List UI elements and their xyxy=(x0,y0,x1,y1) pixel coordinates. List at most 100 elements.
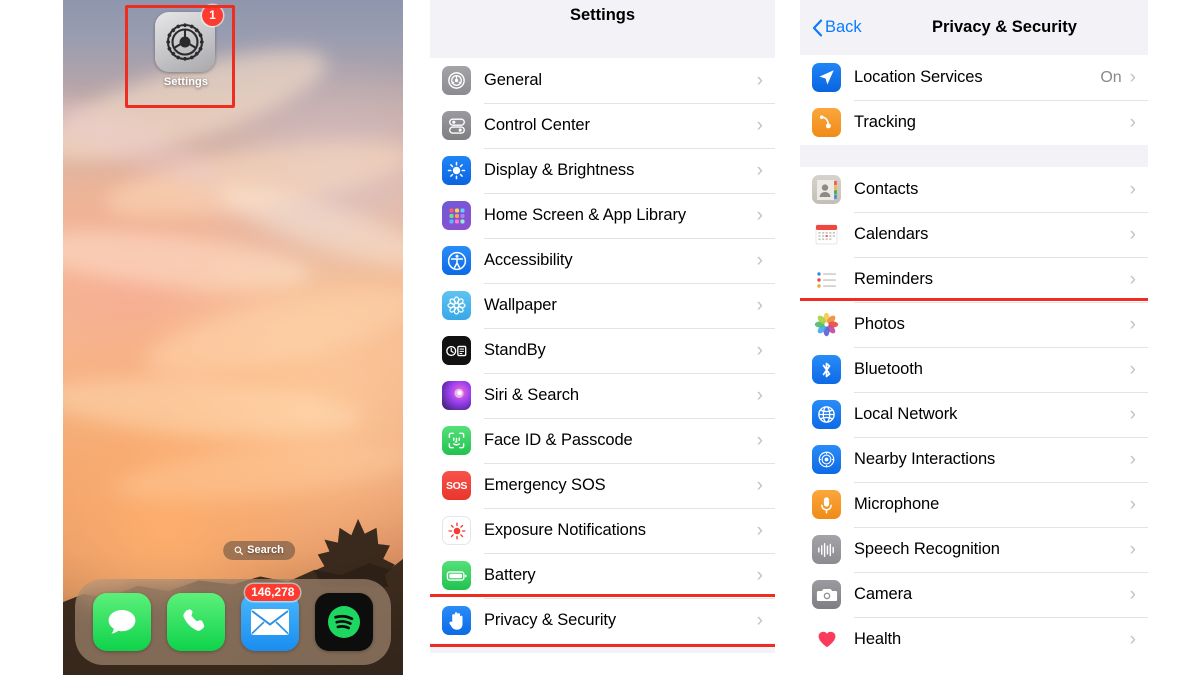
sidebar-item-emergency-sos[interactable]: SOS Emergency SOS › xyxy=(430,463,775,508)
chevron-right-icon: › xyxy=(756,430,763,451)
privacy-item-label: Calendars xyxy=(854,225,929,243)
privacy-item-label: Health xyxy=(854,630,902,648)
back-button-label: Back xyxy=(825,18,862,36)
sidebar-item-label: Emergency SOS xyxy=(484,476,606,494)
chevron-right-icon: › xyxy=(1129,494,1136,515)
settings-gear-icon[interactable]: 1 xyxy=(155,5,223,72)
privacy-item-label: Tracking xyxy=(854,113,916,131)
exposure-icon xyxy=(442,516,471,545)
globe-icon xyxy=(812,400,841,429)
messages-icon[interactable] xyxy=(93,593,151,651)
mail-icon[interactable]: 146,278 xyxy=(241,584,301,651)
privacy-section-gap xyxy=(800,145,1148,167)
privacy-item-photos[interactable]: Photos › xyxy=(800,298,1148,351)
sidebar-item-battery[interactable]: Battery › xyxy=(430,553,775,598)
home-screen-icon xyxy=(442,201,471,230)
nearby-icon xyxy=(812,445,841,474)
sidebar-item-label: Control Center xyxy=(484,116,590,134)
chevron-left-icon xyxy=(812,19,823,36)
sidebar-item-face-id-passcode[interactable]: Face ID & Passcode › xyxy=(430,418,775,463)
settings-nav-title: Settings xyxy=(430,0,775,30)
privacy-item-label: Photos xyxy=(854,315,905,333)
sidebar-item-exposure-notifications[interactable]: Exposure Notifications › xyxy=(430,508,775,553)
chevron-right-icon: › xyxy=(756,475,763,496)
sidebar-item-siri-search[interactable]: Siri & Search › xyxy=(430,373,775,418)
privacy-item-location-services[interactable]: Location Services On › xyxy=(800,55,1148,100)
chevron-right-icon: › xyxy=(756,565,763,586)
privacy-item-label: Nearby Interactions xyxy=(854,450,996,468)
bluetooth-icon xyxy=(812,355,841,384)
settings-badge: 1 xyxy=(202,5,223,26)
chevron-right-icon: › xyxy=(1129,179,1136,200)
sidebar-item-general[interactable]: General › xyxy=(430,58,775,103)
dock: 146,278 xyxy=(75,579,391,665)
privacy-item-speech-recognition[interactable]: Speech Recognition › xyxy=(800,527,1148,572)
sidebar-item-wallpaper[interactable]: Wallpaper › xyxy=(430,283,775,328)
sidebar-item-home-screen[interactable]: Home Screen & App Library › xyxy=(430,193,775,238)
search-pill[interactable]: Search xyxy=(223,541,295,560)
standby-icon xyxy=(442,336,471,365)
privacy-item-local-network[interactable]: Local Network › xyxy=(800,392,1148,437)
tracking-icon xyxy=(812,108,841,137)
sidebar-item-standby[interactable]: StandBy › xyxy=(430,328,775,373)
privacy-item-tracking[interactable]: Tracking › xyxy=(800,100,1148,145)
chevron-right-icon: › xyxy=(1129,449,1136,470)
chevron-right-icon: › xyxy=(756,205,763,226)
chevron-right-icon: › xyxy=(756,70,763,91)
location-services-value: On xyxy=(1100,68,1122,86)
chevron-right-icon: › xyxy=(756,250,763,271)
privacy-item-nearby-interactions[interactable]: Nearby Interactions › xyxy=(800,437,1148,482)
privacy-hand-icon xyxy=(442,606,471,635)
chevron-right-icon: › xyxy=(1129,584,1136,605)
face-id-icon xyxy=(442,426,471,455)
privacy-item-microphone[interactable]: Microphone › xyxy=(800,482,1148,527)
sidebar-item-control-center[interactable]: Control Center › xyxy=(430,103,775,148)
sidebar-item-label: Battery xyxy=(484,566,536,584)
privacy-item-health[interactable]: Health › xyxy=(800,617,1148,662)
sidebar-item-label: Home Screen & App Library xyxy=(484,206,687,224)
reminders-icon xyxy=(812,265,841,294)
back-button[interactable]: Back xyxy=(812,18,862,37)
gear-icon xyxy=(442,66,471,95)
microphone-icon xyxy=(812,490,841,519)
privacy-item-label: Contacts xyxy=(854,180,919,198)
phone-icon[interactable] xyxy=(167,593,225,651)
app-icon-settings[interactable]: 1 Settings xyxy=(155,5,223,88)
chevron-right-icon: › xyxy=(1129,404,1136,425)
siri-icon xyxy=(442,381,471,410)
battery-icon xyxy=(442,561,471,590)
section-gap xyxy=(430,30,775,58)
sidebar-item-label: Wallpaper xyxy=(484,296,557,314)
chevron-right-icon: › xyxy=(756,115,763,136)
sidebar-item-accessibility[interactable]: Accessibility › xyxy=(430,238,775,283)
privacy-item-label: Local Network xyxy=(854,405,958,423)
chevron-right-icon: › xyxy=(1129,224,1136,245)
contacts-icon xyxy=(812,175,841,204)
chevron-right-icon: › xyxy=(756,610,763,631)
privacy-security-panel: Back Privacy & Security Location Service… xyxy=(800,0,1148,675)
privacy-item-camera[interactable]: Camera › xyxy=(800,572,1148,617)
chevron-right-icon: › xyxy=(1129,629,1136,650)
sidebar-item-display-brightness[interactable]: Display & Brightness › xyxy=(430,148,775,193)
brightness-icon xyxy=(442,156,471,185)
photos-icon xyxy=(812,310,841,339)
settings-list: General › Control Center › Display & Bri… xyxy=(430,58,775,647)
privacy-item-bluetooth[interactable]: Bluetooth › xyxy=(800,347,1148,392)
sidebar-item-privacy-security[interactable]: Privacy & Security › xyxy=(430,594,775,647)
sidebar-item-label: Exposure Notifications xyxy=(484,521,646,539)
location-arrow-icon xyxy=(812,63,841,92)
list-bottom-gap xyxy=(430,643,775,653)
privacy-item-label: Reminders xyxy=(854,270,933,288)
home-screen-panel: 1 Settings Search 146,278 xyxy=(63,0,403,675)
screenshot-root: 1 Settings Search 146,278 Settings Gener… xyxy=(0,0,1200,675)
spotify-icon[interactable] xyxy=(315,593,373,651)
control-center-icon xyxy=(442,111,471,140)
settings-panel: Settings General › Control Center › Disp… xyxy=(430,0,775,675)
privacy-item-contacts[interactable]: Contacts › xyxy=(800,167,1148,212)
privacy-item-calendars[interactable]: Calendars › xyxy=(800,212,1148,257)
privacy-item-reminders[interactable]: Reminders › xyxy=(800,257,1148,302)
camera-icon xyxy=(812,580,841,609)
sidebar-item-label: StandBy xyxy=(484,341,546,359)
privacy-list-section-2: Contacts › Calendars › Reminders › Photo… xyxy=(800,167,1148,662)
heart-icon xyxy=(812,625,841,654)
